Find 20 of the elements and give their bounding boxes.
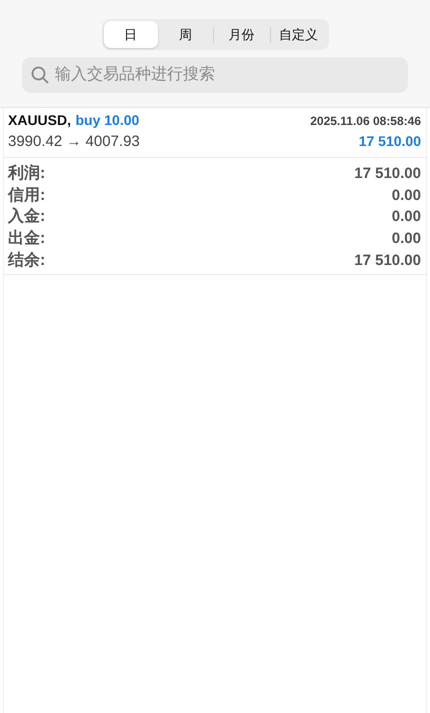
summary-label: 结余:	[8, 250, 46, 271]
summary-value: 17 510.00	[354, 165, 421, 182]
summary-label: 入金:	[8, 206, 46, 228]
period-tab[interactable]: 周	[158, 21, 212, 48]
deal-action-text: buy 10.00	[75, 112, 140, 128]
search-field[interactable]: 输入交易品种进行搜索	[22, 57, 408, 93]
summary-value: 0.00	[392, 208, 421, 226]
summary-label: 利润:	[8, 163, 46, 184]
period-tab[interactable]: 日	[104, 21, 158, 48]
summary-label: 出金:	[8, 228, 46, 250]
deal-profit: 17 510.00	[358, 133, 421, 149]
deal-time: 2025.11.06 08:58:46	[310, 114, 421, 128]
summary-value: 17 510.00	[354, 252, 421, 269]
summary-value: 0.00	[392, 230, 421, 248]
period-tab[interactable]: 自定义	[270, 21, 326, 48]
summary-label: 信用:	[8, 186, 46, 206]
deal-prices: 3990.42 → 4007.93	[8, 133, 140, 150]
summary-value: 0.00	[392, 186, 421, 204]
symbol-text: XAUUSD,	[8, 112, 72, 128]
period-tab[interactable]: 月份	[214, 21, 270, 48]
